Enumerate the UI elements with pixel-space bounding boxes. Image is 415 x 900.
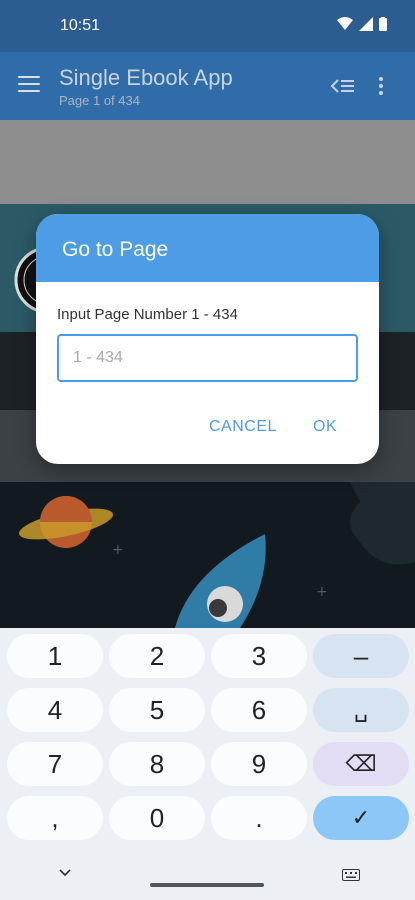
page-number-input[interactable] [57, 334, 358, 382]
key-2[interactable]: 2 [109, 634, 205, 678]
more-options-icon[interactable] [377, 76, 385, 96]
cancel-button[interactable]: CANCEL [209, 418, 277, 436]
space-illustration-image: + + [18, 482, 415, 628]
ok-button[interactable]: OK [313, 418, 337, 436]
key-comma[interactable]: , [7, 796, 103, 840]
app-bar: Single Ebook App Page 1 of 434 [0, 52, 415, 120]
keyboard-switch-icon[interactable] [342, 869, 360, 881]
status-bar: 10:51 [0, 0, 415, 52]
key-1[interactable]: 1 [7, 634, 103, 678]
key-8[interactable]: 8 [109, 742, 205, 786]
hide-keyboard-icon[interactable] [59, 869, 71, 877]
svg-text:+: + [112, 542, 124, 558]
status-time: 10:51 [60, 17, 101, 34]
status-icons [337, 17, 387, 31]
key-7[interactable]: 7 [7, 742, 103, 786]
dialog-title: Go to Page [36, 214, 379, 282]
wifi-icon [337, 17, 353, 30]
page-content-illustration: + + [0, 482, 415, 628]
home-gesture-bar[interactable] [150, 883, 264, 887]
go-to-page-dialog: Go to Page Input Page Number 1 - 434 CAN… [36, 214, 379, 464]
key-6[interactable]: 6 [211, 688, 307, 732]
app-title: Single Ebook App [59, 65, 233, 90]
menu-icon[interactable] [18, 76, 40, 94]
key-4[interactable]: 4 [7, 688, 103, 732]
page-content-header [0, 120, 415, 204]
signal-icon [359, 17, 373, 31]
battery-icon [379, 17, 387, 31]
key-9[interactable]: 9 [211, 742, 307, 786]
key-minus[interactable]: – [313, 634, 409, 678]
key-3[interactable]: 3 [211, 634, 307, 678]
key-5[interactable]: 5 [109, 688, 205, 732]
key-0[interactable]: 0 [109, 796, 205, 840]
done-key[interactable]: ✓ [313, 796, 409, 840]
dialog-prompt: Input Page Number 1 - 434 [57, 306, 238, 323]
table-of-contents-icon[interactable] [330, 76, 356, 96]
page-indicator: Page 1 of 434 [59, 93, 140, 108]
key-period[interactable]: . [211, 796, 307, 840]
svg-text:+: + [316, 584, 328, 600]
key-space[interactable]: ␣ [313, 688, 409, 732]
backspace-key[interactable]: ⌫ [313, 742, 409, 786]
